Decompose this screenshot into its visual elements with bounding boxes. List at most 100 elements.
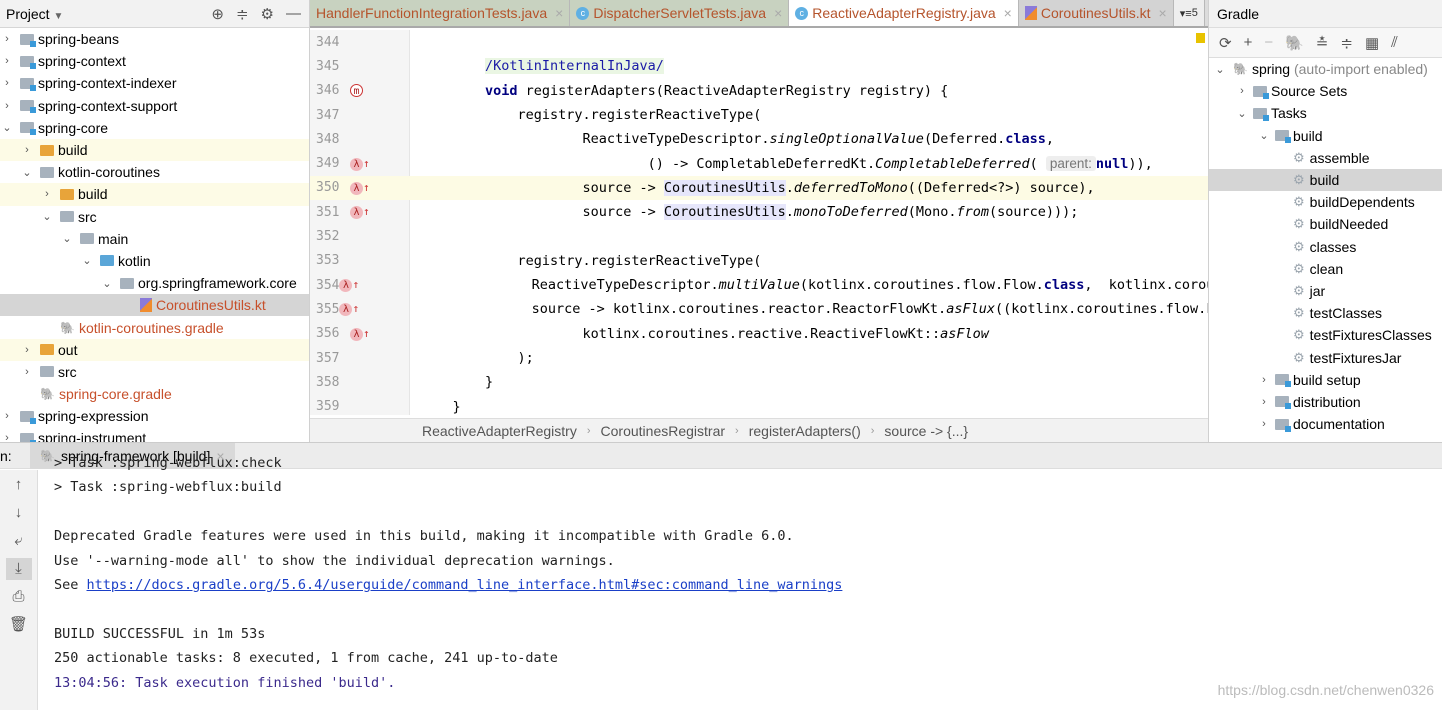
scroll-to-end-icon[interactable]: ⤓ bbox=[5, 558, 32, 580]
chevron-right-icon[interactable]: › bbox=[1257, 418, 1271, 430]
gradle-task[interactable]: ⚙ classes bbox=[1209, 236, 1442, 258]
code-line[interactable]: 359 } bbox=[310, 395, 1208, 419]
gradle-folder[interactable]: ⌄ build bbox=[1209, 125, 1442, 147]
breadcrumb-item[interactable]: CoroutinesRegistrar bbox=[601, 423, 726, 439]
chevron-right-icon[interactable]: › bbox=[0, 410, 14, 422]
gradle-task[interactable]: ⚙ buildNeeded bbox=[1209, 213, 1442, 235]
tab-overflow-button[interactable]: ▾≡ 5 bbox=[1173, 0, 1205, 26]
tree-item[interactable]: › spring-context-indexer bbox=[0, 72, 309, 94]
chevron-right-icon[interactable]: › bbox=[40, 188, 54, 200]
gradle-folder[interactable]: › distribution bbox=[1209, 391, 1442, 413]
tree-item[interactable]: 🐘 kotlin-coroutines.gradle bbox=[0, 316, 309, 338]
chevron-right-icon[interactable]: › bbox=[1235, 85, 1249, 97]
tree-item[interactable]: › out bbox=[0, 338, 309, 361]
minimize-icon[interactable]: — bbox=[286, 5, 301, 23]
chevron-right-icon[interactable]: › bbox=[1257, 374, 1271, 386]
gear-icon[interactable]: ⚙ bbox=[261, 5, 274, 23]
chevron-right-icon[interactable]: › bbox=[0, 432, 14, 442]
elephant-icon[interactable]: 🐘 bbox=[1285, 34, 1304, 52]
close-icon[interactable]: × bbox=[1004, 5, 1012, 21]
lambda-implements-icon[interactable]: λ ↑ bbox=[350, 327, 410, 341]
gradle-task[interactable]: ⚙ jar bbox=[1209, 280, 1442, 302]
chevron-right-icon[interactable]: › bbox=[0, 77, 14, 89]
code-line[interactable]: 346 m void registerAdapters(ReactiveAdapt… bbox=[310, 79, 1208, 103]
group-modules-icon[interactable]: ▦ bbox=[1365, 34, 1379, 52]
tree-item[interactable]: ⌄ org.springframework.core bbox=[0, 272, 309, 294]
code-line[interactable]: 351 λ ↑ source -> CoroutinesUtils.monoToDe… bbox=[310, 200, 1208, 224]
tree-item[interactable]: ⌄ src bbox=[0, 206, 309, 228]
chevron-right-icon[interactable]: › bbox=[1257, 396, 1271, 408]
chevron-down-icon[interactable]: ⌄ bbox=[100, 277, 114, 290]
editor-tab[interactable]: CoroutinesUtils.kt × bbox=[1018, 0, 1174, 26]
gradle-task[interactable]: ⚙ clean bbox=[1209, 258, 1442, 280]
add-icon[interactable]: + bbox=[1244, 34, 1253, 51]
code-line[interactable]: 349 λ ↑ () -> CompletableDeferredKt.Comple… bbox=[310, 152, 1208, 176]
soft-wrap-icon[interactable]: ⤶ bbox=[6, 530, 32, 552]
refresh-icon[interactable]: ⟳ bbox=[1219, 34, 1232, 52]
chevron-down-icon[interactable]: ⌄ bbox=[60, 232, 74, 245]
console-link[interactable]: https://docs.gradle.org/5.6.4/userguide/… bbox=[87, 577, 843, 593]
tree-item[interactable]: › spring-context-support bbox=[0, 95, 309, 117]
tree-item[interactable]: › build bbox=[0, 138, 309, 162]
code-line[interactable]: 344 bbox=[310, 30, 1208, 54]
code-line[interactable]: 358 } bbox=[310, 370, 1208, 394]
editor-tab[interactable]: HandlerFunctionIntegrationTests.java × bbox=[310, 0, 571, 26]
chevron-down-icon[interactable]: ⌄ bbox=[20, 166, 34, 179]
breadcrumb-item[interactable]: registerAdapters() bbox=[749, 423, 861, 439]
lambda-implements-icon[interactable]: λ ↑ bbox=[350, 181, 410, 195]
code-line[interactable]: 348 ReactiveTypeDescriptor.singleOptiona… bbox=[310, 127, 1208, 151]
tree-item[interactable]: ⌄ spring-core bbox=[0, 117, 309, 139]
code-line[interactable]: 350 λ ↑ source -> CoroutinesUtils.deferred… bbox=[310, 175, 1208, 201]
toggle-offline-icon[interactable]: ⫽ bbox=[1391, 34, 1398, 51]
breadcrumb-item[interactable]: source -> {...} bbox=[884, 423, 968, 439]
code-line[interactable]: 347 registry.registerReactiveType( bbox=[310, 103, 1208, 127]
tree-item[interactable]: › src bbox=[0, 361, 309, 383]
tree-item[interactable]: ⌄ kotlin bbox=[0, 250, 309, 272]
chevron-right-icon[interactable]: › bbox=[20, 144, 34, 156]
chevron-right-icon[interactable]: › bbox=[0, 33, 14, 45]
close-icon[interactable]: × bbox=[774, 5, 782, 21]
code-line[interactable]: 345 /KotlinInternalInJava/ bbox=[310, 54, 1208, 78]
collapse-all-icon[interactable]: ≑ bbox=[1340, 34, 1353, 52]
lambda-implements-icon[interactable]: λ ↑ bbox=[339, 302, 359, 317]
code-line[interactable]: 352 bbox=[310, 224, 1208, 248]
editor-tab[interactable]: c ReactiveAdapterRegistry.java × bbox=[789, 0, 1019, 26]
remove-icon[interactable]: − bbox=[1264, 34, 1273, 51]
expand-all-icon[interactable]: ≛ bbox=[1316, 34, 1329, 52]
chevron-right-icon[interactable]: › bbox=[20, 344, 34, 356]
gradle-root[interactable]: ⌄ 🐘 spring (auto-import enabled) bbox=[1209, 58, 1442, 80]
chevron-down-icon[interactable]: ⌄ bbox=[1235, 107, 1249, 120]
trash-icon[interactable]: 🗑 bbox=[6, 614, 32, 636]
chevron-right-icon[interactable]: › bbox=[0, 100, 14, 112]
gradle-folder[interactable]: ⌄ Tasks bbox=[1209, 102, 1442, 124]
gradle-task[interactable]: ⚙ assemble bbox=[1209, 147, 1442, 169]
lambda-implements-icon[interactable]: λ ↑ bbox=[350, 205, 410, 220]
gradle-task[interactable]: ⚙ testClasses bbox=[1209, 302, 1442, 324]
chevron-down-icon[interactable]: ⌄ bbox=[1257, 129, 1271, 142]
gradle-task[interactable]: ⚙ testFixturesJar bbox=[1209, 346, 1442, 368]
print-icon[interactable]: ⎙ bbox=[6, 586, 32, 608]
warning-marker[interactable] bbox=[1196, 33, 1205, 43]
collapse-all-icon[interactable]: ≑ bbox=[236, 5, 249, 23]
chevron-down-icon[interactable]: ⌄ bbox=[40, 210, 54, 223]
lambda-implements-icon[interactable]: λ ↑ bbox=[350, 157, 410, 171]
project-view-dropdown[interactable]: Project ▼ bbox=[6, 6, 63, 22]
chevron-down-icon[interactable]: ⌄ bbox=[0, 121, 14, 134]
tree-item[interactable]: › spring-expression bbox=[0, 405, 309, 427]
tree-item[interactable]: › spring-beans bbox=[0, 28, 309, 50]
gradle-folder[interactable]: › Source Sets bbox=[1209, 80, 1442, 102]
gradle-task[interactable]: ⚙ buildDependents bbox=[1209, 191, 1442, 213]
gradle-task[interactable]: ⚙ testFixturesClasses bbox=[1209, 324, 1442, 346]
close-icon[interactable]: × bbox=[555, 5, 563, 21]
arrow-down-icon[interactable]: ↓ bbox=[6, 502, 32, 524]
chevron-down-icon[interactable]: ⌄ bbox=[1213, 63, 1227, 76]
code-line[interactable]: 354 λ ↑ ReactiveTypeDescriptor.multiValue(… bbox=[310, 273, 1442, 297]
tree-item[interactable]: › spring-instrument bbox=[0, 427, 309, 442]
gradle-folder[interactable]: › documentation bbox=[1209, 413, 1442, 435]
chevron-right-icon[interactable]: › bbox=[20, 366, 34, 378]
editor-tab[interactable]: c DispatcherServletTests.java × bbox=[570, 0, 790, 26]
tree-item[interactable]: CoroutinesUtils.kt bbox=[0, 294, 309, 317]
lambda-implements-icon[interactable]: λ ↑ bbox=[339, 278, 359, 293]
close-icon[interactable]: × bbox=[1159, 5, 1167, 21]
chevron-right-icon[interactable]: › bbox=[0, 55, 14, 67]
